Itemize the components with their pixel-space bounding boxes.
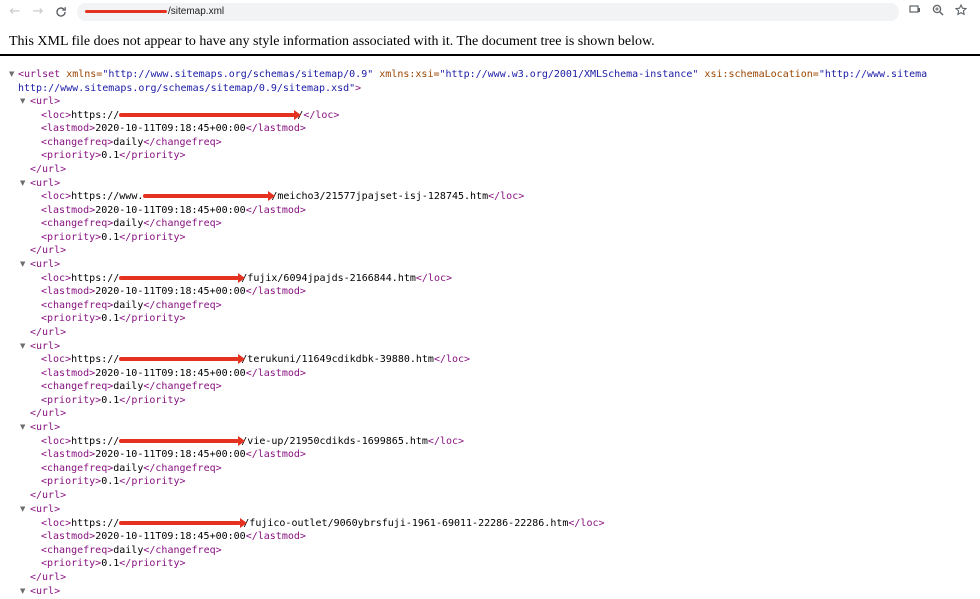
url-open-tag: <url> (30, 504, 61, 515)
loc-line: <loc>https:///</loc> (41, 109, 340, 121)
lastmod-line: <lastmod>2020-10-11T09:18:45+00:00</last… (41, 123, 306, 134)
redacted-domain (85, 9, 167, 13)
priority-line: <priority>0.1</priority> (41, 476, 186, 488)
urlset-open-line-continued: http://www.sitemaps.org/schemas/sitemap/… (18, 83, 362, 94)
changefreq-line: <changefreq>daily</changefreq> (41, 218, 222, 230)
priority-line: <priority>0.1</priority> (41, 394, 186, 406)
loc-line: <loc>https:///terukuni/11649cdikdbk-3988… (41, 354, 471, 366)
collapse-triangle-icon[interactable]: ▼ (20, 95, 28, 108)
url-close-tag: </url> (30, 163, 67, 175)
url-close-tag: </url> (30, 571, 67, 583)
reload-icon[interactable] (52, 3, 70, 21)
redacted-domain-marker (119, 272, 246, 283)
notice-divider (0, 54, 980, 56)
lastmod-line: <lastmod>2020-10-11T09:18:45+00:00</last… (41, 531, 306, 542)
back-icon[interactable]: ← (6, 3, 24, 21)
priority-line: <priority>0.1</priority> (41, 313, 186, 325)
loc-line: <loc>https:///fujico-outlet/9060ybrsfuji… (41, 517, 605, 529)
forward-icon[interactable]: → (29, 3, 47, 21)
collapse-triangle-icon[interactable]: ▼ (9, 68, 17, 81)
url-close-tag: </url> (30, 326, 67, 338)
collapse-triangle-icon[interactable]: ▼ (20, 340, 28, 353)
url-close-tag: </url> (30, 245, 67, 257)
collapse-triangle-icon[interactable]: ▼ (20, 258, 28, 271)
lastmod-line: <lastmod>2020-10-11T09:18:45+00:00</last… (41, 204, 306, 216)
loc-line: <loc>https:///vie-up/21950cdikds-1699865… (41, 435, 465, 447)
loc-line: <loc>https:///fujix/6094jpajds-2166844.h… (41, 272, 453, 284)
redacted-domain-marker (119, 354, 246, 365)
url-open-tag: <url> (30, 422, 61, 434)
priority-line: <priority>0.1</priority> (41, 231, 186, 243)
collapse-triangle-icon[interactable]: ▼ (20, 421, 28, 434)
url-close-tag: </url> (30, 489, 67, 501)
changefreq-line: <changefreq>daily</changefreq> (41, 381, 222, 393)
url-open-tag: <url> (30, 340, 61, 352)
url-open-tag: <url> (30, 259, 61, 271)
changefreq-line: <changefreq>daily</changefreq> (41, 544, 222, 556)
url-close-tag: </url> (30, 408, 67, 420)
urlset-open-line: <urlset xmlns="http://www.sitemaps.org/s… (18, 69, 928, 80)
redacted-domain-marker (119, 109, 302, 120)
lastmod-line: <lastmod>2020-10-11T09:18:45+00:00</last… (41, 449, 306, 461)
changefreq-line: <changefreq>daily</changefreq> (41, 299, 222, 311)
priority-line: <priority>0.1</priority> (41, 150, 186, 161)
changefreq-line: <changefreq>daily</changefreq> (41, 462, 222, 474)
address-bar[interactable]: /sitemap.xml (77, 3, 899, 21)
collapse-triangle-icon[interactable]: ▼ (20, 177, 28, 190)
collapse-triangle-icon[interactable]: ▼ (20, 585, 28, 598)
loc-line: <loc>https://www./meicho3/21577jpajset-i… (41, 191, 525, 203)
redacted-domain-marker (119, 435, 246, 446)
xml-style-notice: This XML file does not appear to have an… (9, 34, 655, 49)
redacted-domain-marker (143, 191, 276, 202)
priority-line: <priority>0.1</priority> (41, 558, 186, 569)
browser-toolbar: ← → /sitemap.xml (0, 0, 980, 24)
lastmod-line: <lastmod>2020-10-11T09:18:45+00:00</last… (41, 286, 306, 298)
redacted-domain-marker (119, 517, 248, 528)
cast-icon[interactable] (907, 4, 923, 20)
url-open-tag: <url> (30, 96, 61, 107)
url-text: /sitemap.xml (85, 5, 224, 19)
collapse-triangle-icon[interactable]: ▼ (20, 503, 28, 516)
url-open-tag: <url> (30, 585, 61, 597)
star-icon[interactable] (953, 3, 969, 20)
zoom-icon[interactable] (930, 4, 946, 20)
changefreq-line: <changefreq>daily</changefreq> (41, 136, 222, 148)
lastmod-line: <lastmod>2020-10-11T09:18:45+00:00</last… (41, 367, 306, 379)
url-open-tag: <url> (30, 177, 61, 189)
